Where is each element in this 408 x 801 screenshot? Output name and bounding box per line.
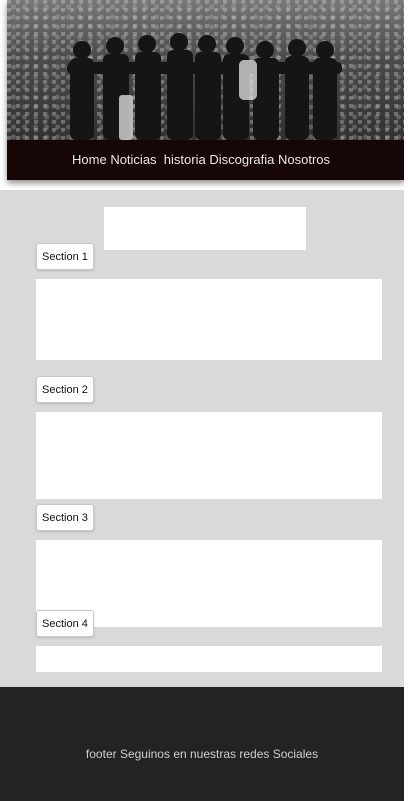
page-edge — [404, 0, 408, 801]
section-3-label: Section 3 — [36, 504, 94, 531]
nav-noticias-link[interactable]: Noticias — [110, 152, 156, 167]
band-crowd-photo — [7, 0, 405, 140]
top-banner-box — [104, 207, 306, 250]
section-1-label: Section 1 — [36, 243, 94, 270]
footer-text: footer Seguinos en nuestras redes Social… — [85, 747, 319, 761]
nav-historia-link[interactable]: historia — [164, 152, 206, 167]
section-1-box — [36, 279, 382, 360]
header: Home Noticias historia Discografia Nosot… — [7, 0, 405, 180]
navbar: Home Noticias historia Discografia Nosot… — [7, 140, 405, 180]
hero-image — [7, 0, 405, 140]
nav-nosotros-link[interactable]: Nosotros — [278, 152, 330, 167]
section-4-box — [36, 646, 382, 672]
main-content: Section 1 Section 2 Section 3 Section 4 — [0, 190, 404, 687]
section-4-label: Section 4 — [36, 610, 94, 637]
footer: footer Seguinos en nuestras redes Social… — [0, 687, 404, 801]
nav-discografia-link[interactable]: Discografia — [209, 152, 274, 167]
section-2-box — [36, 412, 382, 499]
section-2-label: Section 2 — [36, 376, 94, 403]
nav-home-link[interactable]: Home — [72, 152, 107, 167]
nav-links: Home Noticias historia Discografia Nosot… — [72, 152, 330, 167]
